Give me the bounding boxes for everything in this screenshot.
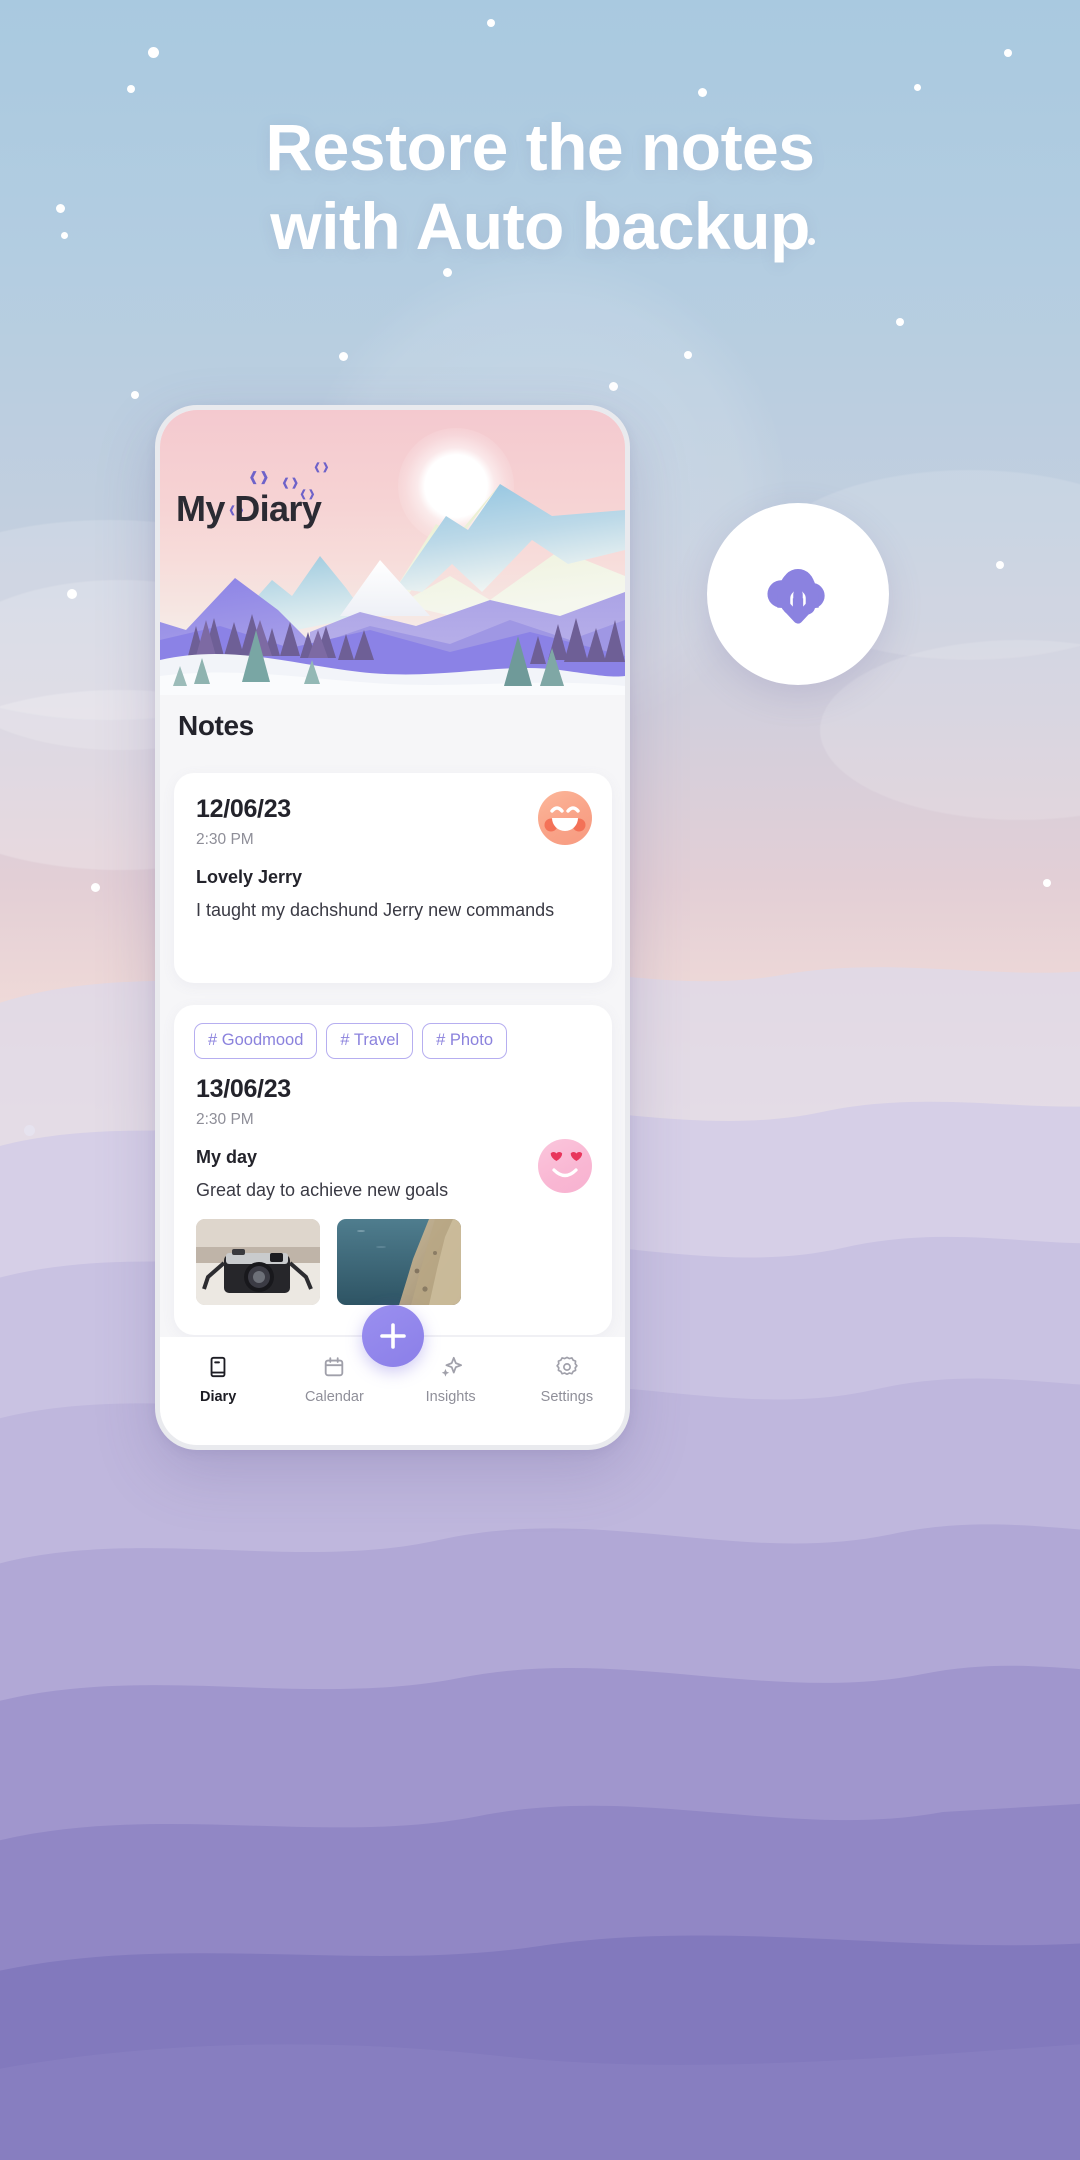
- note-tag[interactable]: # Travel: [326, 1023, 414, 1059]
- star-dot: [609, 382, 618, 391]
- star-dot: [914, 84, 921, 91]
- add-note-button[interactable]: [361, 1305, 424, 1367]
- tab-settings[interactable]: Settings: [509, 1353, 625, 1405]
- gear-icon: [509, 1353, 625, 1380]
- note-date: 13/06/23: [196, 1075, 291, 1103]
- diary-hero-illustration: ❰❱ ❰❱ ❰❱ ❰❱ ❰❱ My Diary: [160, 410, 625, 695]
- star-dot: [148, 47, 159, 58]
- tab-label: Calendar: [304, 1389, 364, 1405]
- note-body: I taught my dachshund Jerry new commands: [196, 900, 555, 920]
- section-title: Notes: [178, 710, 254, 741]
- star-dot: [487, 19, 495, 27]
- bird-icon: ❰❱: [313, 462, 330, 473]
- tab-diary[interactable]: Diary: [160, 1353, 276, 1405]
- auto-backup-badge[interactable]: [707, 503, 889, 685]
- headline-line-2: with Auto backup: [270, 189, 810, 263]
- star-dot: [339, 352, 348, 361]
- star-dot: [896, 318, 904, 326]
- laughing-face-emoji: [538, 791, 592, 845]
- star-dot: [131, 391, 139, 399]
- note-tag-list: # Goodmood # Travel # Photo: [174, 1005, 612, 1059]
- star-dot: [443, 268, 452, 277]
- app-title: My Diary: [176, 488, 322, 529]
- note-card[interactable]: 12/06/23 2:30 PM Lovely Jerry I taught m…: [174, 773, 612, 983]
- tab-label: Insights: [425, 1389, 476, 1405]
- star-dot: [127, 85, 135, 93]
- star-dot: [684, 351, 692, 359]
- cloud-download-icon: [767, 569, 825, 624]
- note-body: Great day to achieve new goals: [196, 1180, 449, 1200]
- note-tag[interactable]: # Photo: [422, 1023, 507, 1059]
- camera-photo-thumbnail[interactable]: [196, 1219, 320, 1305]
- note-tag[interactable]: # Goodmood: [194, 1023, 318, 1059]
- heart-eyes-face-emoji: [538, 1139, 592, 1193]
- tab-label: Settings: [540, 1389, 594, 1405]
- tab-label: Diary: [199, 1389, 237, 1405]
- note-card[interactable]: # Goodmood # Travel # Photo 13/06/23 2:3…: [174, 1005, 612, 1335]
- star-dot: [1004, 49, 1012, 57]
- note-time: 2:30 PM: [196, 1111, 254, 1128]
- note-photo-list: [174, 1203, 612, 1305]
- sea-cliff-photo-thumbnail[interactable]: [337, 1219, 461, 1305]
- page-title: Restore the notes with Auto backup: [0, 108, 1080, 266]
- star-dot: [698, 88, 707, 97]
- headline-line-1: Restore the notes: [265, 110, 815, 184]
- phone-mockup: ❰❱ ❰❱ ❰❱ ❰❱ ❰❱ My Diary Notes 12/06/23 2…: [155, 405, 630, 1450]
- note-title: Lovely Jerry: [196, 867, 303, 887]
- plus-icon: [379, 1323, 406, 1349]
- note-time: 2:30 PM: [196, 831, 254, 848]
- note-title: My day: [196, 1147, 258, 1167]
- book-icon: [160, 1353, 276, 1380]
- note-date: 12/06/23: [196, 795, 291, 823]
